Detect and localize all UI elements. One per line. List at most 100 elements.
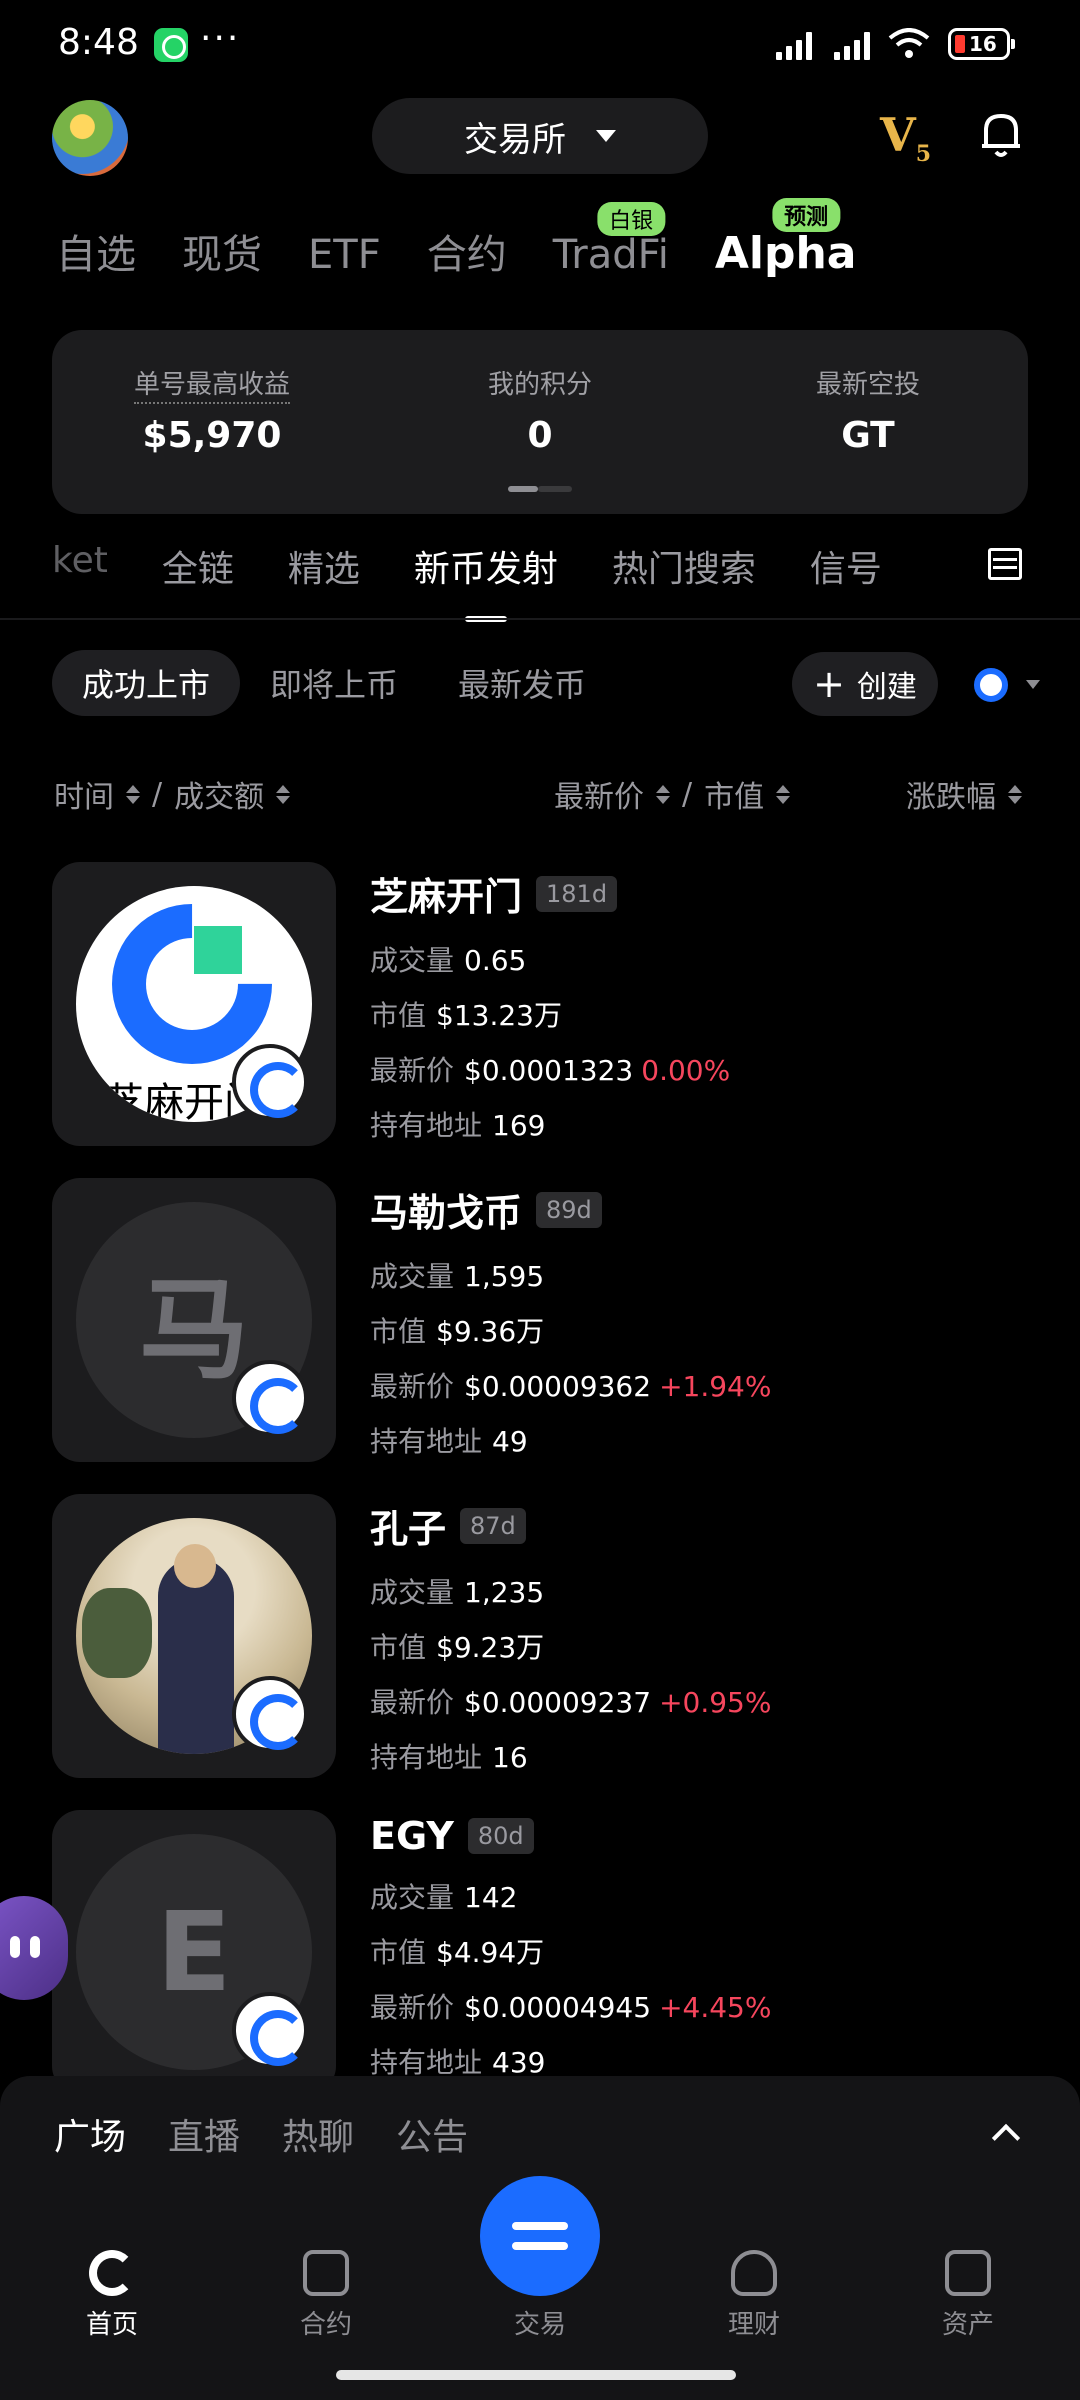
battery-level: 16 bbox=[969, 32, 997, 56]
feed-tab-announcements[interactable]: 公告 bbox=[396, 2108, 468, 2160]
nav-home[interactable]: 首页 bbox=[32, 2250, 192, 2341]
sort-icon bbox=[656, 784, 670, 804]
sort-price-mcap[interactable]: 最新价 / 市值 bbox=[554, 772, 791, 816]
tab-tradfi[interactable]: TradFi 白银 bbox=[552, 202, 669, 278]
token-name: 马勒戈币 bbox=[370, 1191, 523, 1235]
bell-icon[interactable] bbox=[978, 108, 1024, 158]
nav-earn[interactable]: 理财 bbox=[674, 2250, 834, 2341]
signal-icon-2 bbox=[834, 30, 880, 60]
sort-icon bbox=[1008, 784, 1022, 804]
tab-alpha-label: Alpha bbox=[714, 228, 857, 279]
tab-hot-search[interactable]: 热门搜索 bbox=[612, 540, 756, 592]
tab-alpha[interactable]: Alpha 预测 bbox=[714, 198, 857, 279]
vip-level: 5 bbox=[915, 141, 932, 168]
filter-listed[interactable]: 成功上市 bbox=[52, 650, 241, 716]
token-logo: 芝麻开门 bbox=[52, 862, 336, 1146]
tab-featured[interactable]: 精选 bbox=[288, 540, 360, 592]
token-age: 80d bbox=[467, 1818, 534, 1854]
token-mcap-row: 市值 $9.36万 bbox=[370, 1304, 771, 1359]
token-logo: E bbox=[52, 1810, 336, 2094]
sort-volume-label: 成交额 bbox=[174, 780, 265, 815]
chain-badge-icon bbox=[232, 1992, 308, 2068]
create-label: 创建 bbox=[856, 670, 917, 705]
wifi-icon bbox=[888, 28, 930, 58]
vip-badge[interactable]: V5 bbox=[880, 108, 931, 167]
chain-badge-icon bbox=[232, 1044, 308, 1120]
exchange-label: 交易所 bbox=[464, 119, 566, 160]
token-volume-row: 成交量 1,235 bbox=[370, 1565, 771, 1620]
token-card[interactable]: 马 马勒戈币 89d 成交量 1,595 市值 $9.36万 最新价 $0.000093… bbox=[52, 1178, 1032, 1462]
alpha-stats-card[interactable]: 单号最高收益 $5,970 我的积分 0 最新空投 GT bbox=[52, 330, 1028, 514]
sort-time-volume[interactable]: 时间 / 成交额 bbox=[54, 772, 291, 816]
holders-label: 持有地址 bbox=[370, 1109, 483, 1142]
avatar[interactable] bbox=[52, 100, 128, 176]
token-volume-row: 成交量 0.65 bbox=[370, 933, 730, 988]
holders-label: 持有地址 bbox=[370, 1741, 483, 1774]
divider bbox=[0, 618, 1080, 620]
price-value: $0.00009362 bbox=[464, 1370, 652, 1403]
tab-market[interactable]: ket bbox=[52, 540, 108, 592]
stat-points-label: 我的积分 bbox=[487, 370, 592, 400]
card-pager bbox=[508, 486, 572, 492]
filter-upcoming[interactable]: 即将上币 bbox=[240, 650, 428, 716]
token-age: 87d bbox=[460, 1507, 526, 1544]
tab-all-chains[interactable]: 全链 bbox=[162, 540, 234, 592]
earn-icon bbox=[731, 2250, 777, 2296]
price-label: 最新价 bbox=[370, 1054, 455, 1087]
nav-assets[interactable]: 资产 bbox=[888, 2250, 1048, 2341]
price-change: +4.45% bbox=[659, 1991, 772, 2024]
nav-futures[interactable]: 合约 bbox=[246, 2250, 406, 2341]
tab-watchlist-label: 自选 bbox=[56, 232, 136, 278]
tab-signals[interactable]: 信号 bbox=[810, 540, 882, 592]
token-mcap-row: 市值 $9.23万 bbox=[370, 1620, 771, 1675]
stat-airdrop-value: GT bbox=[841, 415, 895, 456]
holders-value: 49 bbox=[492, 1425, 528, 1458]
nav-earn-label: 理财 bbox=[727, 2310, 780, 2340]
launch-filters: 成功上市 即将上币 最新发币 bbox=[52, 650, 616, 716]
trade-button[interactable] bbox=[480, 2176, 600, 2296]
mcap-value: $4.94万 bbox=[436, 1936, 545, 1969]
sort-change[interactable]: 涨跌幅 bbox=[906, 772, 1022, 816]
tab-spot[interactable]: 现货 bbox=[182, 222, 262, 280]
tab-futures-label: 合约 bbox=[426, 232, 507, 278]
stat-max-profit-value: $5,970 bbox=[142, 415, 282, 456]
chain-badge-icon bbox=[232, 1676, 308, 1752]
token-card[interactable]: E EGY 80d 成交量 142 市值 $4.94万 最新价 $0.00004945 +… bbox=[52, 1810, 1032, 2094]
price-change: +0.95% bbox=[659, 1686, 772, 1719]
chain-filter-icon[interactable] bbox=[974, 668, 1008, 702]
holders-value: 16 bbox=[492, 1741, 528, 1774]
tab-tradfi-label: TradFi bbox=[552, 232, 669, 278]
home-indicator bbox=[336, 2370, 736, 2380]
sort-time-label: 时间 bbox=[54, 780, 114, 815]
chevron-down-icon[interactable] bbox=[1026, 680, 1040, 689]
filter-newest[interactable]: 最新发币 bbox=[428, 650, 616, 716]
holders-value: 439 bbox=[492, 2046, 546, 2079]
tab-new-launches[interactable]: 新币发射 bbox=[414, 540, 558, 592]
tab-etf[interactable]: ETF bbox=[308, 232, 381, 278]
token-card[interactable]: 芝麻开门 芝麻开门 181d 成交量 0.65 市值 $13.23万 最新价 $0.00… bbox=[52, 862, 1032, 1146]
feed-tab-square[interactable]: 广场 bbox=[54, 2108, 126, 2160]
price-change: +1.94% bbox=[659, 1370, 772, 1403]
feed-tab-chat[interactable]: 热聊 bbox=[282, 2108, 354, 2160]
nav-assets-label: 资产 bbox=[941, 2310, 994, 2340]
feed-tab-live[interactable]: 直播 bbox=[168, 2108, 240, 2160]
create-button[interactable]: + 创建 bbox=[792, 652, 938, 716]
home-icon bbox=[89, 2250, 135, 2296]
nav-futures-label: 合约 bbox=[299, 2310, 352, 2340]
price-label: 最新价 bbox=[370, 1686, 455, 1719]
sort-price-label: 最新价 bbox=[554, 780, 644, 815]
tab-futures[interactable]: 合约 bbox=[427, 222, 507, 280]
tab-watchlist[interactable]: 自选 bbox=[56, 222, 136, 280]
token-card[interactable]: 孔子 87d 成交量 1,235 市值 $9.23万 最新价 $0.00009237 +0… bbox=[52, 1494, 1032, 1778]
feed-tabs: 广场 直播 热聊 公告 bbox=[54, 2108, 468, 2160]
token-name: EGY bbox=[370, 1814, 454, 1858]
token-name: 孔子 bbox=[370, 1507, 447, 1551]
category-tabs: ket 全链 精选 新币发射 热门搜索 信号 bbox=[52, 540, 882, 592]
sort-separator: / bbox=[152, 776, 163, 812]
wallet-icon bbox=[945, 2250, 991, 2296]
vip-letter: V bbox=[880, 108, 916, 162]
exchange-switcher[interactable]: 交易所 bbox=[372, 98, 708, 174]
price-change: 0.00% bbox=[641, 1054, 731, 1087]
list-menu-icon[interactable] bbox=[988, 548, 1022, 580]
holders-label: 持有地址 bbox=[370, 2046, 483, 2079]
